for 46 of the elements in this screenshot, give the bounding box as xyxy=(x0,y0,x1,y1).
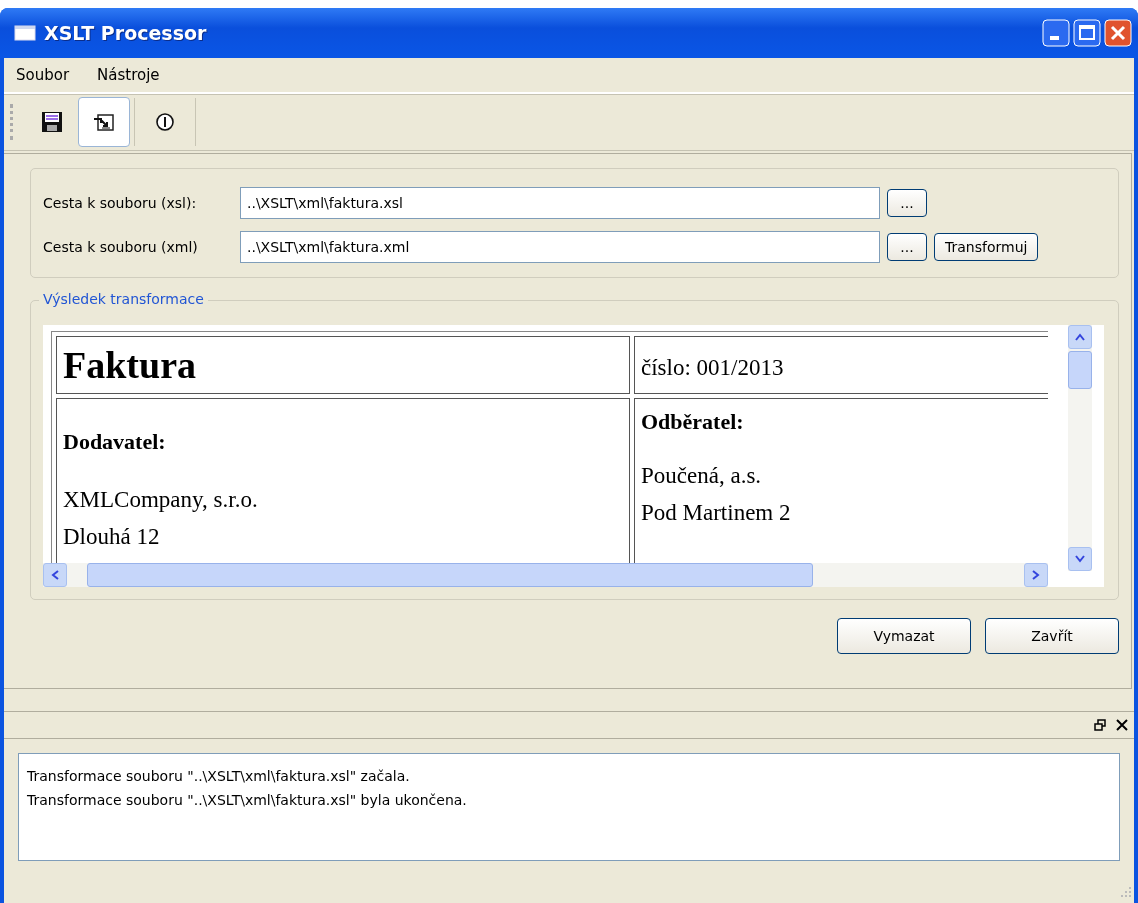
field-label: Cesta k souboru (xml) xyxy=(43,239,199,255)
resize-grip-icon[interactable] xyxy=(1120,886,1132,898)
menu-item[interactable]: Nástroje xyxy=(97,66,160,84)
save-icon xyxy=(41,111,63,133)
scroll-arrow-button[interactable] xyxy=(1068,547,1092,571)
party-title: Dodavatel: xyxy=(63,429,167,455)
transform-icon xyxy=(93,111,115,133)
browse-button[interactable]: ... xyxy=(887,233,927,261)
dialog-button[interactable]: Zavřít xyxy=(985,618,1119,654)
address-line: Pod Martinem 2 xyxy=(641,499,792,527)
arrow-up-icon xyxy=(1075,333,1085,341)
maximize-button[interactable] xyxy=(1073,19,1101,47)
scroll-arrow-button[interactable] xyxy=(43,563,67,587)
path-field[interactable]: ..\XSLT\xml\faktura.xml xyxy=(240,231,880,263)
minimize-button[interactable] xyxy=(1042,19,1070,47)
dialog-button[interactable]: Vymazat xyxy=(837,618,971,654)
close-icon[interactable] xyxy=(1116,719,1128,731)
arrow-right-icon xyxy=(1032,570,1040,580)
float-icon[interactable] xyxy=(1094,719,1106,731)
party-title: Odběratel: xyxy=(641,409,745,435)
address-line: Poučená, a.s. xyxy=(641,462,763,490)
field-label: Cesta k souboru (xsl): xyxy=(43,195,198,211)
invoice-number: číslo: 001/2013 xyxy=(641,355,784,381)
info-icon xyxy=(154,111,176,133)
browse-button[interactable]: ... xyxy=(887,189,927,217)
transform-button[interactable]: Transformuj xyxy=(934,233,1039,261)
scroll-thumb[interactable] xyxy=(1068,351,1092,389)
window-icon xyxy=(14,25,36,41)
scroll-arrow-button[interactable] xyxy=(1024,563,1048,587)
log-line: Transformace souboru "..\XSLT\xml\faktura.xsl" byla ukončena. xyxy=(27,791,468,810)
arrow-down-icon xyxy=(1075,555,1085,563)
close-button[interactable] xyxy=(1104,19,1132,47)
group-title: Výsledek transformace xyxy=(39,291,208,307)
vertical-scrollbar[interactable] xyxy=(1068,325,1092,571)
scroll-arrow-button[interactable] xyxy=(1068,325,1092,349)
log-line: Transformace souboru "..\XSLT\xml\faktura.xsl" začala. xyxy=(27,767,411,786)
menu-item[interactable]: Soubor xyxy=(16,66,70,84)
window-title: XSLT Processor xyxy=(44,22,208,44)
transform-tool-button[interactable] xyxy=(78,97,130,147)
horizontal-scrollbar[interactable] xyxy=(43,563,1048,587)
scroll-thumb[interactable] xyxy=(87,563,813,587)
arrow-left-icon xyxy=(51,570,59,580)
address-line: XMLCompany, s.r.o. xyxy=(63,486,259,514)
address-line: Dlouhá 12 xyxy=(63,523,161,551)
path-field[interactable]: ..\XSLT\xml\faktura.xsl xyxy=(240,187,880,219)
document-heading: Faktura xyxy=(63,344,196,386)
